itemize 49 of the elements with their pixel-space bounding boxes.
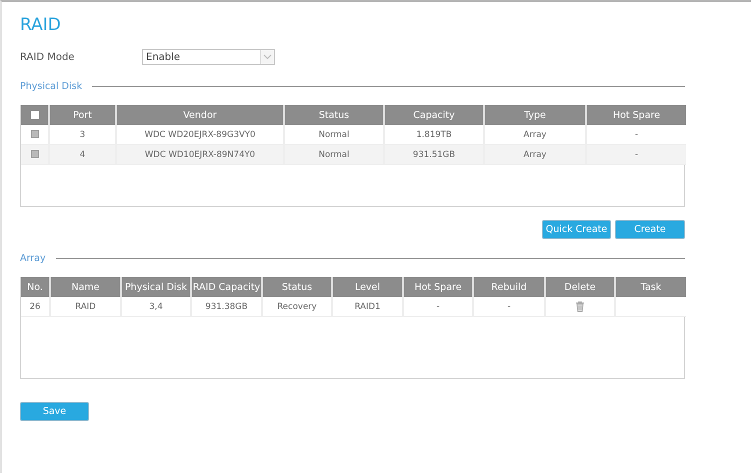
select-all-checkbox[interactable] [30,110,38,119]
column-header: Capacity [384,105,484,125]
table-cell: 26 [21,297,50,316]
column-header: Status [284,105,384,125]
table-cell: 931.38GB [191,297,262,316]
raid-mode-label: RAID Mode [20,52,76,62]
table-cell: Array [484,144,586,164]
quick-create-button[interactable]: Quick Create [542,220,611,239]
table-cell: - [403,297,473,316]
column-header: Status [262,277,332,297]
page-title: RAID [20,14,62,36]
table-cell: - [586,125,686,144]
table-cell: Normal [284,144,384,164]
column-header: RAID Capacity [191,277,262,297]
table-cell: 1.819TB [384,125,484,144]
table-cell: 3,4 [121,297,191,316]
raid-mode-select[interactable]: Enable [142,49,275,65]
section-legend: Physical Disk [20,81,82,92]
column-header: Hot Spare [403,277,473,297]
column-header: Hot Spare [586,105,686,125]
table-cell: Normal [284,125,384,144]
column-header: No. [21,277,50,297]
table-cell: WDC WD20EJRX-89G3VY0 [116,125,284,144]
caret-icon [260,50,274,64]
create-button[interactable]: Create [615,220,685,239]
table-cell: - [586,144,686,164]
column-header: Rebuild [473,277,545,297]
table-cell: 3 [49,125,116,144]
column-header: Level [332,277,403,297]
save-button[interactable]: Save [20,402,89,421]
column-header: Vendor [116,105,284,125]
table-cell: 4 [49,144,116,164]
column-header: Physical Disk [121,277,191,297]
column-header: Name [50,277,121,297]
row-checkbox[interactable] [30,130,38,138]
column-header: Port [49,105,116,125]
table-cell: 931.51GB [384,144,484,164]
trash-icon[interactable] [575,301,585,312]
table-cell: Array [484,125,586,144]
column-header: Task [615,277,686,297]
table-cell: - [473,297,545,316]
column-header: Type [484,105,586,125]
table-cell: WDC WD10EJRX-89N74Y0 [116,144,284,164]
table-cell: RAID1 [332,297,403,316]
column-header: Delete [545,277,615,297]
row-checkbox[interactable] [30,150,38,158]
table-cell: Recovery [262,297,332,316]
section-legend: Array [20,253,46,264]
table-cell: RAID [50,297,121,316]
